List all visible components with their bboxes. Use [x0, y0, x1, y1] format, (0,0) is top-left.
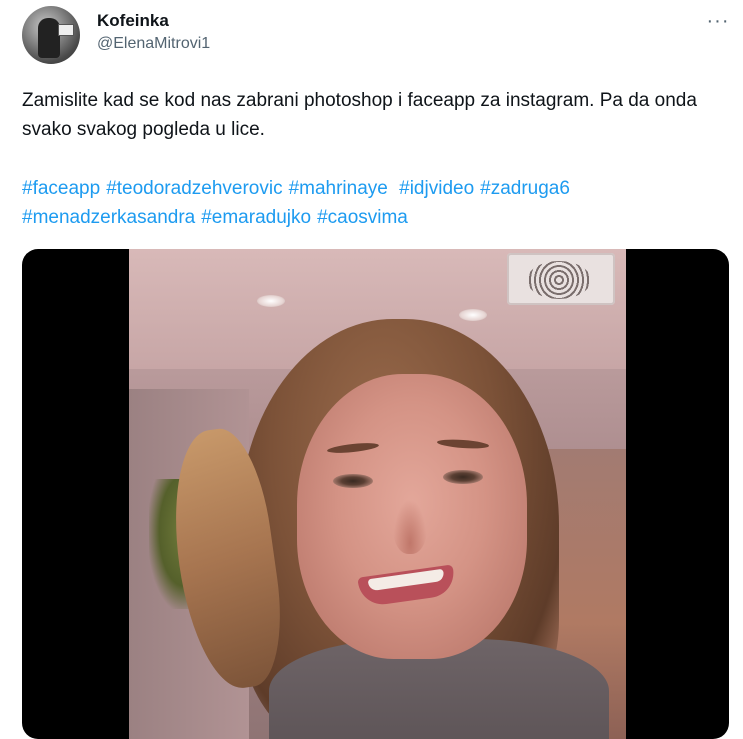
hashtag-link[interactable]: #emaradujko — [201, 207, 311, 228]
user-handle[interactable]: @ElenaMitrovi1 — [97, 35, 210, 53]
tweet-text: Zamislite kad se kod nas zabrani photosh… — [22, 90, 703, 140]
video-frame — [129, 249, 626, 739]
left-eyebrow — [326, 441, 380, 455]
ceiling-vent — [507, 253, 615, 305]
ceiling-lamp — [459, 309, 487, 321]
ceiling-lamp — [257, 295, 285, 307]
display-name[interactable]: Kofeinka — [97, 11, 169, 31]
avatar-figure — [38, 18, 60, 58]
hashtag-link[interactable]: #faceapp — [22, 178, 100, 199]
hashtag-list: #faceapp #teodoradzehverovic #mahrinaye #i… — [22, 174, 722, 232]
right-eyebrow — [436, 438, 490, 450]
avatar[interactable] — [22, 6, 80, 64]
hashtag-link[interactable]: #teodoradzehverovic — [106, 178, 282, 199]
face — [297, 374, 527, 659]
hashtag-link[interactable]: #menadzerkasandra — [22, 207, 195, 228]
nose — [393, 499, 427, 554]
video-player[interactable] — [22, 249, 729, 739]
right-eye — [443, 470, 483, 484]
avatar-sign — [58, 24, 74, 36]
tweet: Kofeinka @ElenaMitrovi1 ··· Zamislite ka… — [0, 0, 743, 739]
hashtag-link[interactable]: #idjvideo — [399, 178, 474, 199]
hashtag-link[interactable]: #zadruga6 — [480, 178, 570, 199]
hashtag-link[interactable]: #mahrinaye — [289, 178, 388, 199]
mouth — [357, 564, 457, 608]
hashtag-link[interactable]: #caosvima — [317, 207, 408, 228]
left-eye — [333, 474, 373, 488]
more-options-icon[interactable]: ··· — [705, 8, 731, 34]
